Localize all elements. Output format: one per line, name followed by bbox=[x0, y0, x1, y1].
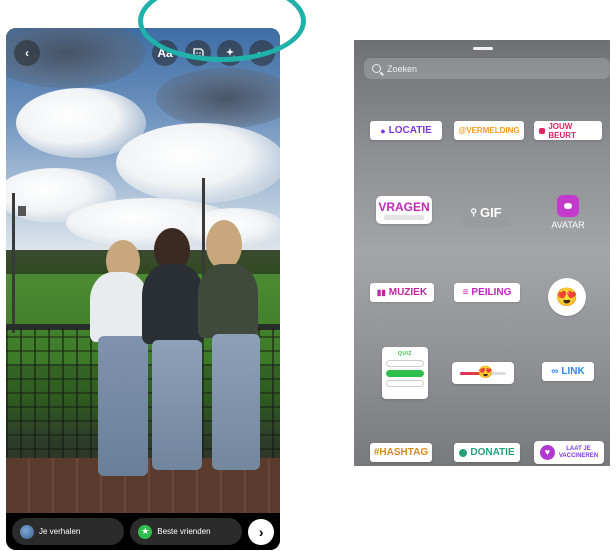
sticker-quiz-label: QUIZ bbox=[398, 351, 412, 357]
search-icon: ⚲ bbox=[470, 206, 477, 217]
sticker-donation[interactable]: DONATIE bbox=[454, 443, 520, 462]
poll-lines-icon: ≡ bbox=[462, 287, 469, 298]
sticker-music[interactable]: ▮▮ MUZIEK bbox=[370, 283, 434, 302]
sticker-poll[interactable]: ≡ PEILING bbox=[454, 283, 520, 302]
sticker-hashtag-label: #HASHTAG bbox=[373, 447, 429, 458]
sticker-location[interactable]: ● LOCATIE bbox=[370, 121, 442, 140]
sticker-questions[interactable]: VRAGEN bbox=[376, 196, 432, 224]
back-button[interactable]: ‹ bbox=[14, 40, 40, 66]
sticker-get-vaccinated[interactable]: ♥ LAAT JE VACCINEREN bbox=[534, 441, 604, 464]
heart-icon: ♥ bbox=[539, 445, 555, 460]
your-story-label: Je verhalen bbox=[39, 527, 81, 536]
sticker-tray: Zoeken ● LOCATIE @VERMELDING JOUW BEURT … bbox=[354, 40, 610, 466]
sticker-emoji-slider[interactable]: 😍 bbox=[452, 362, 514, 384]
sticker-avatar[interactable]: AVATAR bbox=[540, 190, 596, 234]
story-editor-screen: ‹ Aa ··· Je verhalen ★ Beste vrienden › bbox=[6, 28, 280, 550]
screenshot-canvas: ‹ Aa ··· Je verhalen ★ Beste vrienden › … bbox=[0, 0, 616, 551]
chevron-left-icon: ‹ bbox=[25, 46, 29, 60]
sticker-your-turn[interactable]: JOUW BEURT bbox=[534, 121, 602, 140]
sticker-mention[interactable]: @VERMELDING bbox=[454, 121, 524, 140]
music-bars-icon: ▮▮ bbox=[376, 288, 386, 297]
quiz-option-correct bbox=[386, 370, 424, 377]
sticker-location-label: LOCATIE bbox=[388, 125, 432, 136]
heart-eyes-emoji-icon: 😍 bbox=[555, 286, 579, 307]
your-story-button[interactable]: Je verhalen bbox=[12, 518, 125, 545]
quiz-option bbox=[386, 380, 424, 387]
sticker-link-label: LINK bbox=[561, 366, 585, 377]
vaccine-label-line2: VACCINEREN bbox=[558, 452, 599, 459]
slider-emoji-icon: 😍 bbox=[478, 365, 493, 379]
vaccine-label-line1: LAAT JE bbox=[566, 445, 591, 452]
location-pin-icon: ● bbox=[380, 125, 386, 136]
story-photo bbox=[6, 28, 280, 513]
camera-icon bbox=[539, 127, 546, 134]
chevron-right-icon: › bbox=[258, 523, 264, 540]
quiz-option bbox=[386, 360, 424, 367]
close-friends-button[interactable]: ★ Beste vrienden bbox=[130, 518, 243, 545]
sticker-music-label: MUZIEK bbox=[388, 287, 428, 298]
close-friends-label: Beste vrienden bbox=[157, 527, 211, 536]
sticker-link[interactable]: ∞ LINK bbox=[542, 362, 594, 381]
sticker-gif-label: GIF bbox=[479, 204, 502, 220]
sticker-mention-label: @VERMELDING bbox=[458, 126, 520, 135]
questions-input-bar bbox=[384, 215, 424, 220]
sticker-hashtag[interactable]: #HASHTAG bbox=[370, 443, 432, 462]
next-button[interactable]: › bbox=[248, 518, 274, 545]
sticker-search-input[interactable]: Zoeken bbox=[364, 58, 610, 79]
share-bar: Je verhalen ★ Beste vrienden › bbox=[6, 513, 280, 550]
sticker-your-turn-label: JOUW BEURT bbox=[548, 121, 576, 140]
search-icon bbox=[372, 64, 381, 73]
sticker-poll-label: PEILING bbox=[471, 287, 512, 298]
star-icon: ★ bbox=[138, 524, 153, 539]
drag-handle[interactable] bbox=[473, 47, 493, 50]
search-placeholder: Zoeken bbox=[387, 63, 418, 74]
link-icon: ∞ bbox=[551, 366, 559, 377]
avatar bbox=[20, 524, 34, 539]
sticker-avatar-label: AVATAR bbox=[551, 219, 585, 230]
sticker-donation-label: DONATIE bbox=[470, 447, 515, 458]
sticker-emoji-reaction[interactable]: 😍 bbox=[548, 278, 586, 316]
vaccine-text: LAAT JE VACCINEREN bbox=[559, 446, 598, 460]
donation-icon bbox=[459, 448, 468, 457]
sticker-questions-label: VRAGEN bbox=[378, 200, 430, 214]
sticker-gif[interactable]: ⚲ GIF bbox=[462, 197, 510, 227]
avatar-icon bbox=[557, 194, 579, 217]
sticker-quiz[interactable]: QUIZ bbox=[382, 347, 428, 399]
